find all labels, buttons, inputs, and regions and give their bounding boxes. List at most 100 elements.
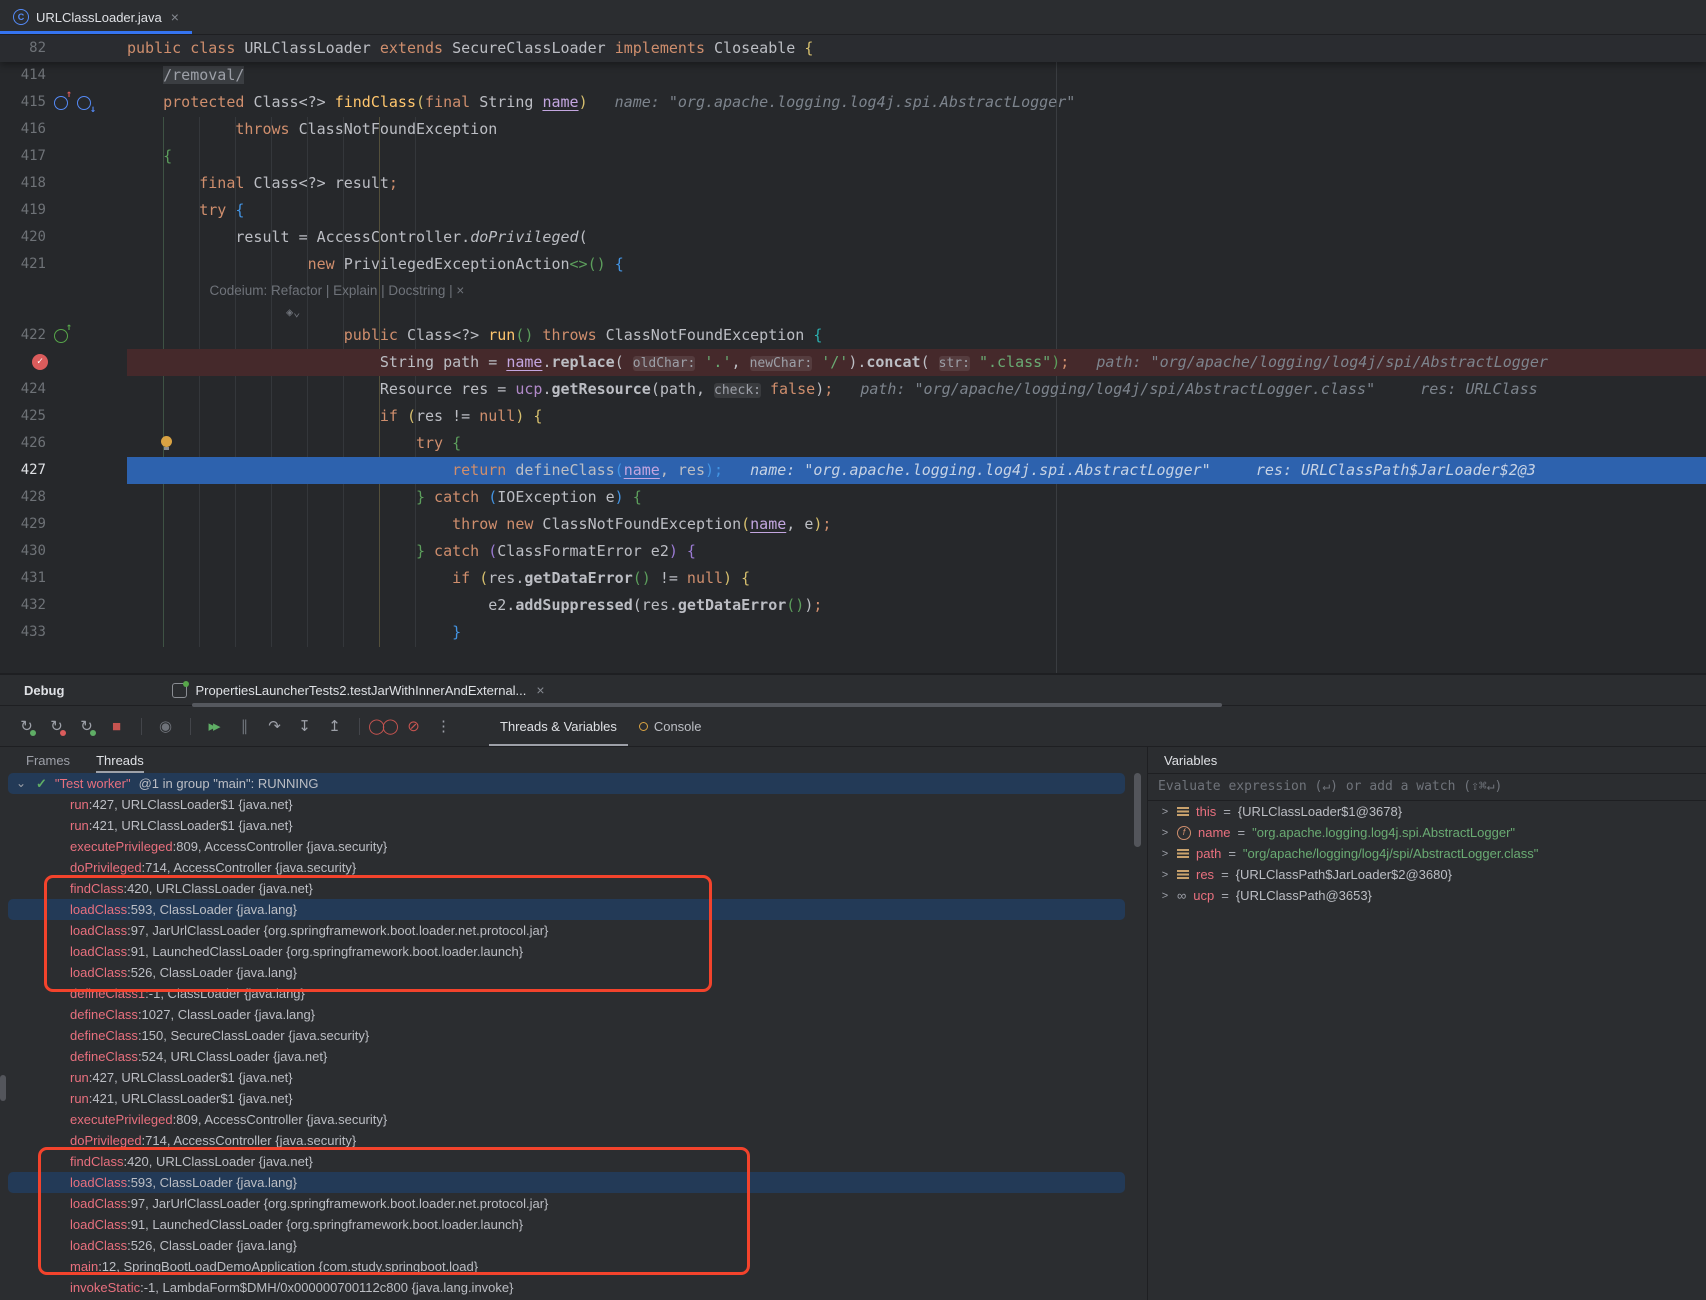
stack-frame-row[interactable]: loadClass:526, ClassLoader {java.lang}	[0, 962, 1147, 983]
code-line[interactable]: 428 } catch (IOException e) {	[0, 484, 1706, 511]
code-line[interactable]: 427 return defineClass(name, res); name:…	[0, 457, 1706, 484]
method-is-overridden-icon[interactable]: ↓	[77, 96, 91, 110]
stack-frame-row[interactable]: loadClass:526, ClassLoader {java.lang}	[0, 1235, 1147, 1256]
stack-frame-row[interactable]: run:427, URLClassLoader$1 {java.net}	[0, 794, 1147, 815]
stack-frame-row[interactable]: defineClass:524, URLClassLoader {java.ne…	[0, 1046, 1147, 1067]
code-line[interactable]: 426 try {	[0, 430, 1706, 457]
code-token: ;	[1060, 353, 1069, 371]
stack-frame-row[interactable]: findClass:420, URLClassLoader {java.net}	[0, 1151, 1147, 1172]
intention-bulb-icon[interactable]	[161, 436, 172, 447]
restart-debug-button[interactable]: ↻	[72, 713, 98, 739]
variable-row[interactable]: >res={URLClassPath$JarLoader$2@3680}	[1148, 864, 1706, 885]
stack-frame-row[interactable]: loadClass:97, JarUrlClassLoader {org.spr…	[0, 920, 1147, 941]
chevron-down-icon[interactable]: ⌄	[14, 773, 28, 794]
chevron-right-icon[interactable]: >	[1160, 848, 1170, 860]
stack-frame-row[interactable]: loadClass:97, JarUrlClassLoader {org.spr…	[0, 1193, 1147, 1214]
rerun-failed-tests-button[interactable]: ↻	[42, 713, 68, 739]
stack-frame-row[interactable]: loadClass:593, ClassLoader {java.lang}	[8, 899, 1125, 920]
tab-threads[interactable]: Threads	[96, 747, 144, 773]
step-over-button[interactable]: ↷	[260, 713, 286, 739]
implements-method-icon[interactable]: ↑	[54, 329, 68, 343]
variable-row[interactable]: >this={URLClassLoader$1@3678}	[1148, 801, 1706, 822]
tab-frames[interactable]: Frames	[26, 753, 70, 768]
code-line[interactable]: 421 new PrivilegedExceptionAction<>() {	[0, 251, 1706, 278]
code-line[interactable]: 419 try {	[0, 197, 1706, 224]
stack-frame-row[interactable]: executePrivileged:809, AccessController …	[0, 1109, 1147, 1130]
code-line[interactable]: 431 if (res.getDataError() != null) {	[0, 565, 1706, 592]
code-line[interactable]: 422↑ public Class<?> run() throws ClassN…	[0, 322, 1706, 349]
code-line[interactable]: ✓ String path = name.replace( oldChar: '…	[0, 349, 1706, 376]
code-line[interactable]: 433 }	[0, 619, 1706, 646]
stack-frame-row[interactable]: invokeStatic:-1, LambdaForm$DMH/0x000000…	[0, 1277, 1147, 1298]
tab-threads-and-variables[interactable]: Threads & Variables	[489, 706, 628, 746]
frame-location: :12, SpringBootLoadDemoApplication {com.…	[98, 1259, 478, 1274]
more-options-button[interactable]: ⋮	[429, 713, 455, 739]
stack-frame-row[interactable]: executePrivileged:809, AccessController …	[0, 836, 1147, 857]
pause-button[interactable]: ∥	[230, 713, 256, 739]
stop-button[interactable]: ■	[102, 713, 128, 739]
code-token: )	[615, 488, 633, 506]
left-edge-scrollbar[interactable]	[0, 1075, 6, 1101]
evaluate-expression-input[interactable]: Evaluate expression (↵) or add a watch (…	[1148, 773, 1706, 801]
debug-session-tab[interactable]: PropertiesLauncherTests2.testJarWithInne…	[172, 682, 544, 698]
stack-frame-row[interactable]: doPrivileged:714, AccessController {java…	[0, 857, 1147, 878]
code-line[interactable]: 429 throw new ClassNotFoundException(nam…	[0, 511, 1706, 538]
variable-row[interactable]: >fname="org.apache.logging.log4j.spi.Abs…	[1148, 822, 1706, 843]
tab-console[interactable]: Console	[628, 706, 713, 746]
stack-frame-row[interactable]: run:421, URLClassLoader$1 {java.net}	[0, 1088, 1147, 1109]
code-line[interactable]: ◈⌄	[0, 302, 1706, 322]
close-tab-icon[interactable]: ×	[171, 9, 179, 25]
stack-frame-row[interactable]: loadClass:91, LaunchedClassLoader {org.s…	[0, 1214, 1147, 1235]
stack-frame-row[interactable]: run:421, URLClassLoader$1 {java.net}	[0, 815, 1147, 836]
code-token: '.'	[695, 353, 731, 371]
step-out-button[interactable]: ↥	[320, 713, 346, 739]
view-breakpoints-button[interactable]: ◯◯	[369, 713, 395, 739]
variable-row[interactable]: >∞ucp={URLClassPath@3653}	[1148, 885, 1706, 906]
chevron-right-icon[interactable]: >	[1160, 806, 1170, 818]
code-line[interactable]: 430 } catch (ClassFormatError e2) {	[0, 538, 1706, 565]
close-session-icon[interactable]: ×	[536, 682, 544, 698]
frames-scrollbar[interactable]	[1134, 773, 1141, 847]
stack-frame-row[interactable]: defineClass:150, SecureClassLoader {java…	[0, 1025, 1147, 1046]
code-line[interactable]: 415↑↓ protected Class<?> findClass(final…	[0, 89, 1706, 116]
tab-urlclassloader-java[interactable]: C URLClassLoader.java ×	[0, 0, 192, 34]
stack-frame-row[interactable]: doPrivileged:714, AccessController {java…	[0, 1130, 1147, 1151]
stack-frame-row[interactable]: findClass:420, URLClassLoader {java.net}	[0, 878, 1147, 899]
thread-row[interactable]: ⌄✓"Test worker"@1 in group "main": RUNNI…	[8, 773, 1125, 794]
stack-frame-row[interactable]: loadClass:91, LaunchedClassLoader {org.s…	[0, 941, 1147, 962]
chevron-right-icon[interactable]: >	[1160, 869, 1170, 881]
code-line[interactable]: 417 {	[0, 143, 1706, 170]
rerun-debug-button[interactable]: ↻	[12, 713, 38, 739]
variable-row[interactable]: >path="org/apache/logging/log4j/spi/Abst…	[1148, 843, 1706, 864]
code-line[interactable]: 425 if (res != null) {	[0, 403, 1706, 430]
chevron-right-icon[interactable]: >	[1160, 890, 1170, 902]
horizontal-scrollbar[interactable]	[192, 703, 1222, 707]
code-line[interactable]: 420 result = AccessController.doPrivileg…	[0, 224, 1706, 251]
code-token: name	[542, 93, 578, 111]
frame-method: loadClass	[70, 965, 127, 980]
code-line[interactable]: 418 final Class<?> result;	[0, 170, 1706, 197]
resume-button[interactable]: ▸▸	[200, 713, 226, 739]
code-token: name: "org.apache.logging.log4j.spi.Abst…	[723, 461, 1536, 479]
code-line[interactable]: 432 e2.addSuppressed(res.getDataError())…	[0, 592, 1706, 619]
code-line[interactable]: 416 throws ClassNotFoundException	[0, 116, 1706, 143]
mute-breakpoints-button[interactable]: ⊘	[399, 713, 425, 739]
breakpoint-icon[interactable]: ✓	[32, 354, 48, 370]
stack-frame-row[interactable]: defineClass:1027, ClassLoader {java.lang…	[0, 1004, 1147, 1025]
code-line[interactable]: 414 /removal/	[0, 62, 1706, 89]
overrides-method-icon[interactable]: ↑	[54, 96, 68, 110]
stack-frame-row[interactable]: loadClass:593, ClassLoader {java.lang}	[8, 1172, 1125, 1193]
stack-frame-row[interactable]: main:12, SpringBootLoadDemoApplication {…	[0, 1256, 1147, 1277]
code-editor[interactable]: 82public class URLClassLoader extends Se…	[0, 35, 1706, 673]
code-line[interactable]: 424 Resource res = ucp.getResource(path,…	[0, 376, 1706, 403]
step-into-button[interactable]: ↧	[290, 713, 316, 739]
chevron-right-icon[interactable]: >	[1160, 827, 1170, 839]
code-line[interactable]: Codeium: Refactor | Explain | Docstring …	[0, 278, 1706, 302]
code-line[interactable]: 82public class URLClassLoader extends Se…	[0, 35, 1706, 62]
code-text: throw new ClassNotFoundException(name, e…	[127, 511, 1706, 538]
code-text: ◈⌄	[127, 302, 1706, 322]
stack-frame-row[interactable]: defineClass1:-1, ClassLoader {java.lang}	[0, 983, 1147, 1004]
arrow-glyph: ↑	[66, 323, 72, 333]
stack-frame-row[interactable]: run:427, URLClassLoader$1 {java.net}	[0, 1067, 1147, 1088]
watch-breakpoint-eye-button[interactable]: ◉	[151, 713, 177, 739]
